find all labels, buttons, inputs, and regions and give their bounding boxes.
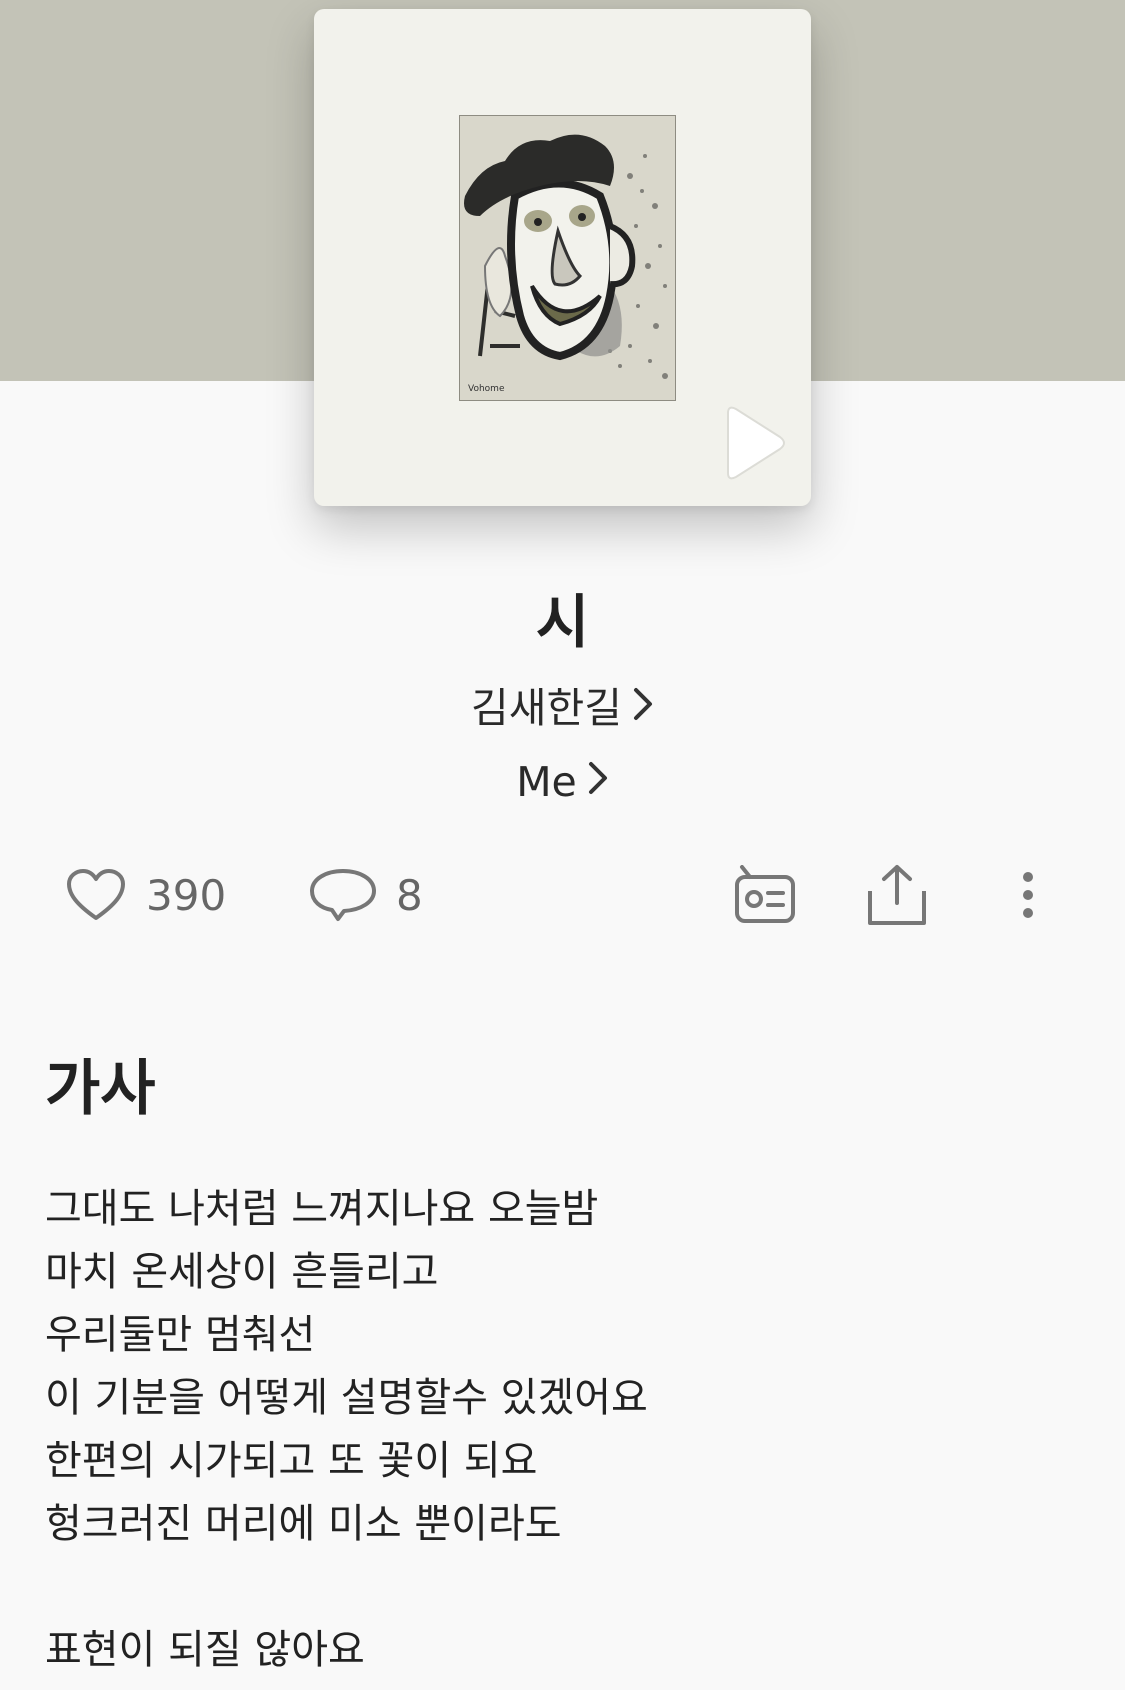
- album-link[interactable]: Me: [0, 758, 1125, 809]
- lyric-line: 마치 온세상이 흔들리고: [45, 1249, 439, 1295]
- lyric-line: 한편의 시가되고 또 꽃이 되요: [45, 1438, 538, 1484]
- comment-icon: [310, 869, 376, 921]
- artist-link[interactable]: 김새한길: [0, 674, 1125, 735]
- song-title: 시: [535, 588, 590, 656]
- comment-count: 8: [396, 870, 423, 920]
- comment-button[interactable]: 8: [308, 860, 423, 930]
- svg-text:Vohome: Vohome: [468, 384, 505, 394]
- like-count: 390: [146, 870, 227, 920]
- lyric-line: 그대도 나처럼 느껴지나요 오늘밤: [45, 1186, 599, 1232]
- album-name: Me: [516, 758, 577, 806]
- more-button[interactable]: [1018, 860, 1038, 930]
- radio-button[interactable]: [734, 860, 796, 930]
- lyric-line: 우리둘만 멈춰선: [45, 1312, 316, 1358]
- heart-icon: [67, 869, 125, 920]
- like-button[interactable]: 390: [66, 860, 226, 930]
- play-icon: [727, 406, 785, 480]
- more-vertical-icon: [1023, 872, 1033, 918]
- album-cover[interactable]: Vohome: [314, 9, 811, 506]
- lyric-line: 헝크러진 머리에 미소 뿐이라도: [45, 1501, 562, 1547]
- lyrics-body: 그대도 나처럼 느껴지나요 오늘밤 마치 온세상이 흔들리고 우리둘만 멈춰선 …: [45, 1178, 648, 1682]
- action-bar: 390 8: [0, 860, 1125, 930]
- lyric-line: [45, 1556, 648, 1619]
- cover-artwork: Vohome: [459, 115, 676, 401]
- share-button[interactable]: [866, 860, 928, 930]
- chevron-right-icon: [632, 684, 654, 732]
- artist-name: 김새한길: [471, 684, 622, 732]
- share-icon: [868, 865, 926, 925]
- chevron-right-icon: [587, 758, 609, 806]
- lyric-line: 이 기분을 어떻게 설명할수 있겠어요: [45, 1375, 648, 1421]
- lyric-line: 표현이 되질 않아요: [45, 1627, 365, 1673]
- play-button[interactable]: [706, 399, 796, 489]
- radio-icon: [735, 865, 795, 923]
- lyrics-heading: 가사: [45, 1054, 156, 1124]
